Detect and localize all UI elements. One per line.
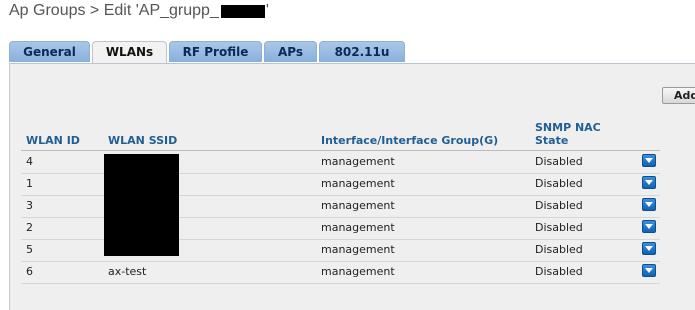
page-title-prefix: Ap Groups > Edit 'AP_grupp_ (9, 2, 219, 19)
cell-wlan-ssid: ax-test (108, 265, 147, 278)
page-title-suffix: ' (265, 2, 269, 19)
col-header-wlan-ssid: WLAN SSID (108, 134, 178, 147)
chevron-down-icon (645, 158, 653, 163)
cell-interface: management (321, 221, 395, 234)
redacted-group-name (220, 4, 265, 18)
tab-rf-profile[interactable]: RF Profile (169, 41, 262, 62)
cell-interface: management (321, 265, 395, 278)
cell-snmp-nac-state: Disabled (535, 155, 583, 168)
row-action-button[interactable] (642, 176, 656, 189)
chevron-down-icon (645, 246, 653, 251)
cell-interface: management (321, 199, 395, 212)
cell-wlan-id: 1 (26, 177, 33, 190)
tab-wlans[interactable]: WLANs (92, 41, 167, 64)
row-action-button[interactable] (642, 220, 656, 233)
cell-snmp-nac-state: Disabled (535, 177, 583, 190)
row-action-button[interactable] (642, 264, 656, 277)
col-header-wlan-id: WLAN ID (26, 134, 80, 147)
chevron-down-icon (645, 224, 653, 229)
row-action-button[interactable] (642, 198, 656, 211)
chevron-down-icon (645, 268, 653, 273)
cell-wlan-id: 6 (26, 265, 33, 278)
cell-snmp-nac-state: Disabled (535, 265, 583, 278)
cell-wlan-id: 2 (26, 221, 33, 234)
redacted-ssid-block (104, 154, 179, 256)
row-action-button[interactable] (642, 242, 656, 255)
col-header-snmp-nac-line1: SNMP NAC (535, 121, 601, 134)
cell-interface: management (321, 155, 395, 168)
page-title: Ap Groups > Edit 'AP_grupp_ ' (9, 2, 269, 20)
cell-snmp-nac-state: Disabled (535, 221, 583, 234)
chevron-down-icon (645, 180, 653, 185)
tab-bar: General WLANs RF Profile APs 802.11u (9, 41, 407, 64)
col-header-snmp-nac-state: SNMP NAC State (535, 121, 601, 147)
add-new-button[interactable]: Add New (662, 87, 695, 104)
col-header-interface: Interface/Interface Group(G) (321, 134, 499, 147)
row-action-button[interactable] (642, 154, 656, 167)
cell-wlan-id: 4 (26, 155, 33, 168)
cell-interface: management (321, 177, 395, 190)
tab-802-11u[interactable]: 802.11u (319, 41, 405, 62)
tab-general[interactable]: General (9, 41, 90, 62)
chevron-down-icon (645, 202, 653, 207)
col-header-snmp-nac-line2: State (535, 134, 569, 147)
cell-interface: management (321, 243, 395, 256)
table-row: 6 ax-test management Disabled (21, 261, 660, 284)
tab-aps[interactable]: APs (264, 41, 317, 62)
cell-wlan-id: 5 (26, 243, 33, 256)
cell-wlan-id: 3 (26, 199, 33, 212)
cell-snmp-nac-state: Disabled (535, 243, 583, 256)
cell-snmp-nac-state: Disabled (535, 199, 583, 212)
